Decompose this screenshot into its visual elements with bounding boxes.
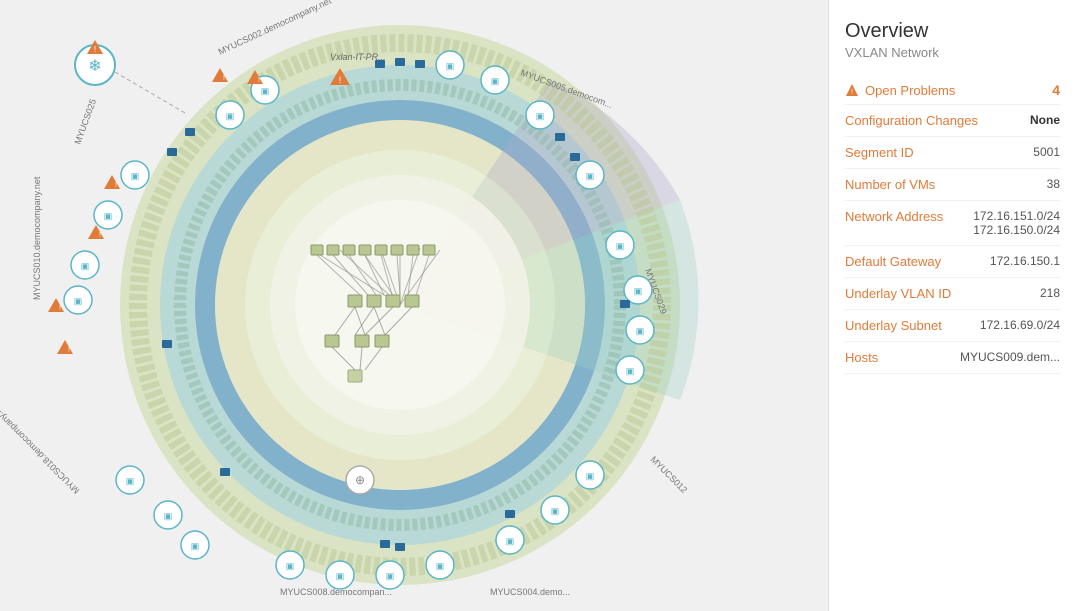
svg-text:▣: ▣ xyxy=(126,476,135,486)
default-gateway-row: Default Gateway 172.16.150.1 xyxy=(845,246,1060,278)
overview-subtitle: VXLAN Network xyxy=(845,45,1060,60)
config-changes-value: None xyxy=(1030,113,1060,127)
default-gateway-value: 172.16.150.1 xyxy=(990,254,1060,268)
network-address-label: Network Address xyxy=(845,209,943,224)
svg-text:▣: ▣ xyxy=(636,326,645,336)
overview-panel: Overview VXLAN Network ! Open Problems 4… xyxy=(828,0,1076,611)
svg-text:!: ! xyxy=(59,305,61,312)
svg-text:!: ! xyxy=(339,75,342,85)
svg-text:▣: ▣ xyxy=(634,286,643,296)
underlay-subnet-label: Underlay Subnet xyxy=(845,318,942,333)
svg-text:▣: ▣ xyxy=(191,541,200,551)
svg-text:❄: ❄ xyxy=(88,58,101,75)
num-vms-label: Number of VMs xyxy=(845,177,935,192)
underlay-subnet-row: Underlay Subnet 172.16.69.0/24 xyxy=(845,310,1060,342)
segment-id-value: 5001 xyxy=(1033,145,1060,159)
svg-text:▣: ▣ xyxy=(164,511,173,521)
svg-text:▣: ▣ xyxy=(436,561,445,571)
svg-text:▣: ▣ xyxy=(586,171,595,181)
config-changes-label: Configuration Changes xyxy=(845,113,978,128)
svg-text:!: ! xyxy=(851,89,853,96)
underlay-vlan-value: 218 xyxy=(1040,286,1060,300)
svg-text:▣: ▣ xyxy=(386,571,395,581)
svg-text:▣: ▣ xyxy=(586,471,595,481)
num-vms-value: 38 xyxy=(1047,177,1060,191)
svg-text:▣: ▣ xyxy=(491,76,500,86)
svg-text:▣: ▣ xyxy=(131,171,140,181)
problems-label: ! Open Problems xyxy=(845,83,955,98)
svg-text:▣: ▣ xyxy=(74,296,83,306)
hosts-value: MYUCS009.dem... xyxy=(960,350,1060,364)
config-changes-row: Configuration Changes None xyxy=(845,105,1060,137)
svg-text:▣: ▣ xyxy=(81,261,90,271)
hosts-label: Hosts xyxy=(845,350,878,365)
svg-text:!: ! xyxy=(115,182,117,189)
svg-text:!: ! xyxy=(223,75,225,82)
svg-text:▣: ▣ xyxy=(446,61,455,71)
svg-text:MYUCS004.demo...: MYUCS004.demo... xyxy=(490,587,570,597)
svg-text:▣: ▣ xyxy=(551,506,560,516)
svg-text:!: ! xyxy=(68,347,70,354)
underlay-vlan-label: Underlay VLAN ID xyxy=(845,286,951,301)
svg-text:MYUCS010.democompany.net: MYUCS010.democompany.net xyxy=(32,176,42,300)
svg-text:▣: ▣ xyxy=(506,536,515,546)
svg-text:▣: ▣ xyxy=(104,211,113,221)
network-diagram: ▣ ▣ ! ! ▣ ▣ ! ▣ ▣ ! ▣ ▣ ▣ ▣ ▣ xyxy=(0,0,828,611)
underlay-vlan-row: Underlay VLAN ID 218 xyxy=(845,278,1060,310)
overview-title: Overview xyxy=(845,20,1060,43)
underlay-subnet-value: 172.16.69.0/24 xyxy=(980,318,1060,332)
svg-text:▣: ▣ xyxy=(626,366,635,376)
svg-text:▣: ▣ xyxy=(616,241,625,251)
network-address-value: 172.16.151.0/24 172.16.150.0/24 xyxy=(973,209,1060,237)
svg-text:!: ! xyxy=(258,77,260,84)
svg-text:▣: ▣ xyxy=(336,571,345,581)
svg-text:▣: ▣ xyxy=(261,86,270,96)
segment-id-label: Segment ID xyxy=(845,145,914,160)
problems-row[interactable]: ! Open Problems 4 xyxy=(845,76,1060,105)
network-address-row: Network Address 172.16.151.0/24 172.16.1… xyxy=(845,201,1060,246)
svg-text:▣: ▣ xyxy=(286,561,295,571)
svg-text:MYUCS008.democompan...: MYUCS008.democompan... xyxy=(280,587,392,597)
default-gateway-label: Default Gateway xyxy=(845,254,941,269)
warning-icon: ! xyxy=(845,83,859,97)
svg-text:⊕: ⊕ xyxy=(355,473,365,487)
svg-text:▣: ▣ xyxy=(226,111,235,121)
svg-text:!: ! xyxy=(99,232,101,239)
problems-count: 4 xyxy=(1052,82,1060,98)
svg-text:▣: ▣ xyxy=(536,111,545,121)
svg-text:!: ! xyxy=(94,45,96,54)
num-vms-row: Number of VMs 38 xyxy=(845,169,1060,201)
hosts-row: Hosts MYUCS009.dem... xyxy=(845,342,1060,374)
segment-id-row: Segment ID 5001 xyxy=(845,137,1060,169)
